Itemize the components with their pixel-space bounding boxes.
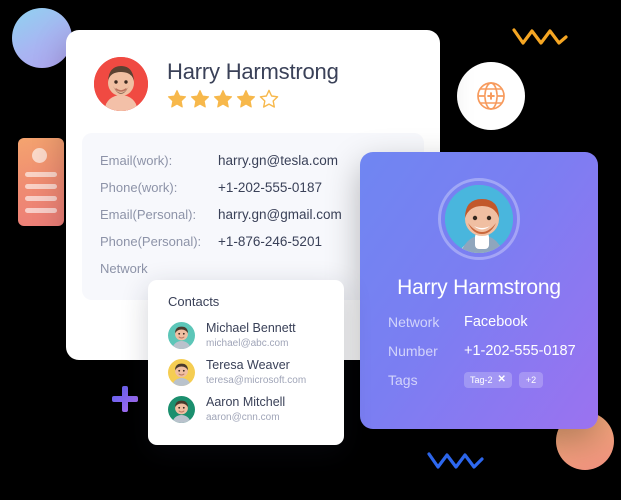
list-item[interactable]: Michael Bennett michael@abc.com bbox=[148, 317, 344, 354]
contacts-list: Michael Bennett michael@abc.com Teresa Wea… bbox=[148, 317, 344, 428]
social-row-value: Facebook bbox=[464, 314, 528, 330]
avatar bbox=[168, 322, 195, 350]
globe-plus-icon bbox=[477, 82, 505, 110]
detail-label: Phone(Personal): bbox=[100, 234, 202, 249]
user-avatar-photo-icon bbox=[168, 359, 195, 387]
star-filled-icon[interactable] bbox=[213, 89, 233, 109]
avatar bbox=[94, 57, 148, 111]
placeholder-bar bbox=[25, 184, 57, 189]
list-item[interactable]: Teresa Weaver teresa@microsoft.com bbox=[148, 354, 344, 391]
placeholder-bar bbox=[25, 196, 57, 201]
list-item-text: Teresa Weaver teresa@microsoft.com bbox=[206, 358, 306, 387]
contacts-popup: Contacts Michael Bennett michael@abc.com T… bbox=[148, 280, 344, 445]
social-row-value: +1-202-555-0187 bbox=[464, 343, 576, 359]
social-profile-card: Harry Harmstrong Network Facebook Number… bbox=[360, 152, 598, 429]
contact-name: Teresa Weaver bbox=[206, 358, 290, 373]
profile-header-text: Harry Harmstrong bbox=[167, 59, 339, 109]
contacts-popup-title: Contacts bbox=[168, 294, 220, 309]
social-row-tags: Tags Tag-2 ✕ +2 bbox=[388, 372, 570, 388]
avatar-ring bbox=[438, 178, 520, 260]
detail-value: harry.gn@gmail.com bbox=[218, 207, 342, 222]
tag-chip-label: Tag-2 bbox=[470, 375, 493, 385]
social-card-rows: Network Facebook Number +1-202-555-0187 … bbox=[360, 314, 598, 388]
detail-value: +1-202-555-0187 bbox=[218, 180, 322, 195]
detail-label: Phone(work): bbox=[100, 180, 178, 195]
social-row-label: Network bbox=[388, 314, 440, 330]
avatar bbox=[445, 185, 513, 253]
zigzag-blue-decoration bbox=[427, 452, 484, 469]
star-filled-icon[interactable] bbox=[236, 89, 256, 109]
contact-name: Aaron Mitchell bbox=[206, 395, 286, 410]
user-avatar-photo-icon bbox=[168, 322, 195, 350]
user-avatar-photo-icon bbox=[168, 396, 195, 424]
detail-label: Network bbox=[100, 261, 148, 276]
tags-label: Tags bbox=[388, 372, 418, 388]
zigzag-orange-decoration bbox=[512, 28, 568, 45]
screenshot-stage: Harry Harmstrong Email(work): harry.gn@te… bbox=[0, 0, 621, 500]
avatar bbox=[168, 396, 195, 424]
close-icon[interactable]: ✕ bbox=[498, 375, 506, 385]
social-row-number: Number +1-202-555-0187 bbox=[388, 343, 576, 359]
tag-list: Tag-2 ✕ +2 bbox=[464, 372, 544, 388]
contact-email: aaron@cnn.com bbox=[206, 411, 280, 423]
avatar bbox=[168, 359, 195, 387]
placeholder-avatar-icon bbox=[32, 148, 47, 163]
globe-plus-badge bbox=[457, 62, 525, 130]
star-outline-icon[interactable] bbox=[259, 89, 279, 109]
contact-email: teresa@microsoft.com bbox=[206, 374, 307, 386]
star-filled-icon[interactable] bbox=[167, 89, 187, 109]
gradient-circle-decoration bbox=[12, 8, 72, 68]
star-filled-icon[interactable] bbox=[190, 89, 210, 109]
orange-contact-card-decoration bbox=[18, 138, 64, 226]
placeholder-bar bbox=[25, 208, 57, 213]
detail-value: +1-876-246-5201 bbox=[218, 234, 322, 249]
placeholder-bar bbox=[25, 172, 57, 177]
rating-stars[interactable] bbox=[167, 89, 339, 109]
tag-overflow-badge[interactable]: +2 bbox=[518, 372, 544, 388]
social-card-name: Harry Harmstrong bbox=[397, 276, 561, 299]
detail-value: harry.gn@tesla.com bbox=[218, 153, 338, 168]
contact-name: Michael Bennett bbox=[206, 321, 296, 335]
list-item-text: Michael Bennett michael@abc.com bbox=[206, 321, 296, 350]
list-item-text: Aaron Mitchell aaron@cnn.com bbox=[206, 395, 285, 424]
user-avatar-photo-icon bbox=[445, 185, 513, 253]
page-title: Harry Harmstrong bbox=[167, 58, 339, 84]
user-avatar-photo-icon bbox=[94, 57, 148, 111]
social-row-network: Network Facebook bbox=[388, 314, 570, 330]
profile-header: Harry Harmstrong bbox=[66, 30, 440, 111]
social-row-label: Number bbox=[388, 343, 438, 359]
list-item[interactable]: Aaron Mitchell aaron@cnn.com bbox=[148, 391, 344, 428]
plus-icon bbox=[112, 386, 138, 412]
tag-chip[interactable]: Tag-2 ✕ bbox=[464, 372, 512, 388]
contact-email: michael@abc.com bbox=[206, 337, 289, 349]
detail-label: Email(work): bbox=[100, 153, 173, 168]
detail-label: Email(Personal): bbox=[100, 207, 197, 222]
